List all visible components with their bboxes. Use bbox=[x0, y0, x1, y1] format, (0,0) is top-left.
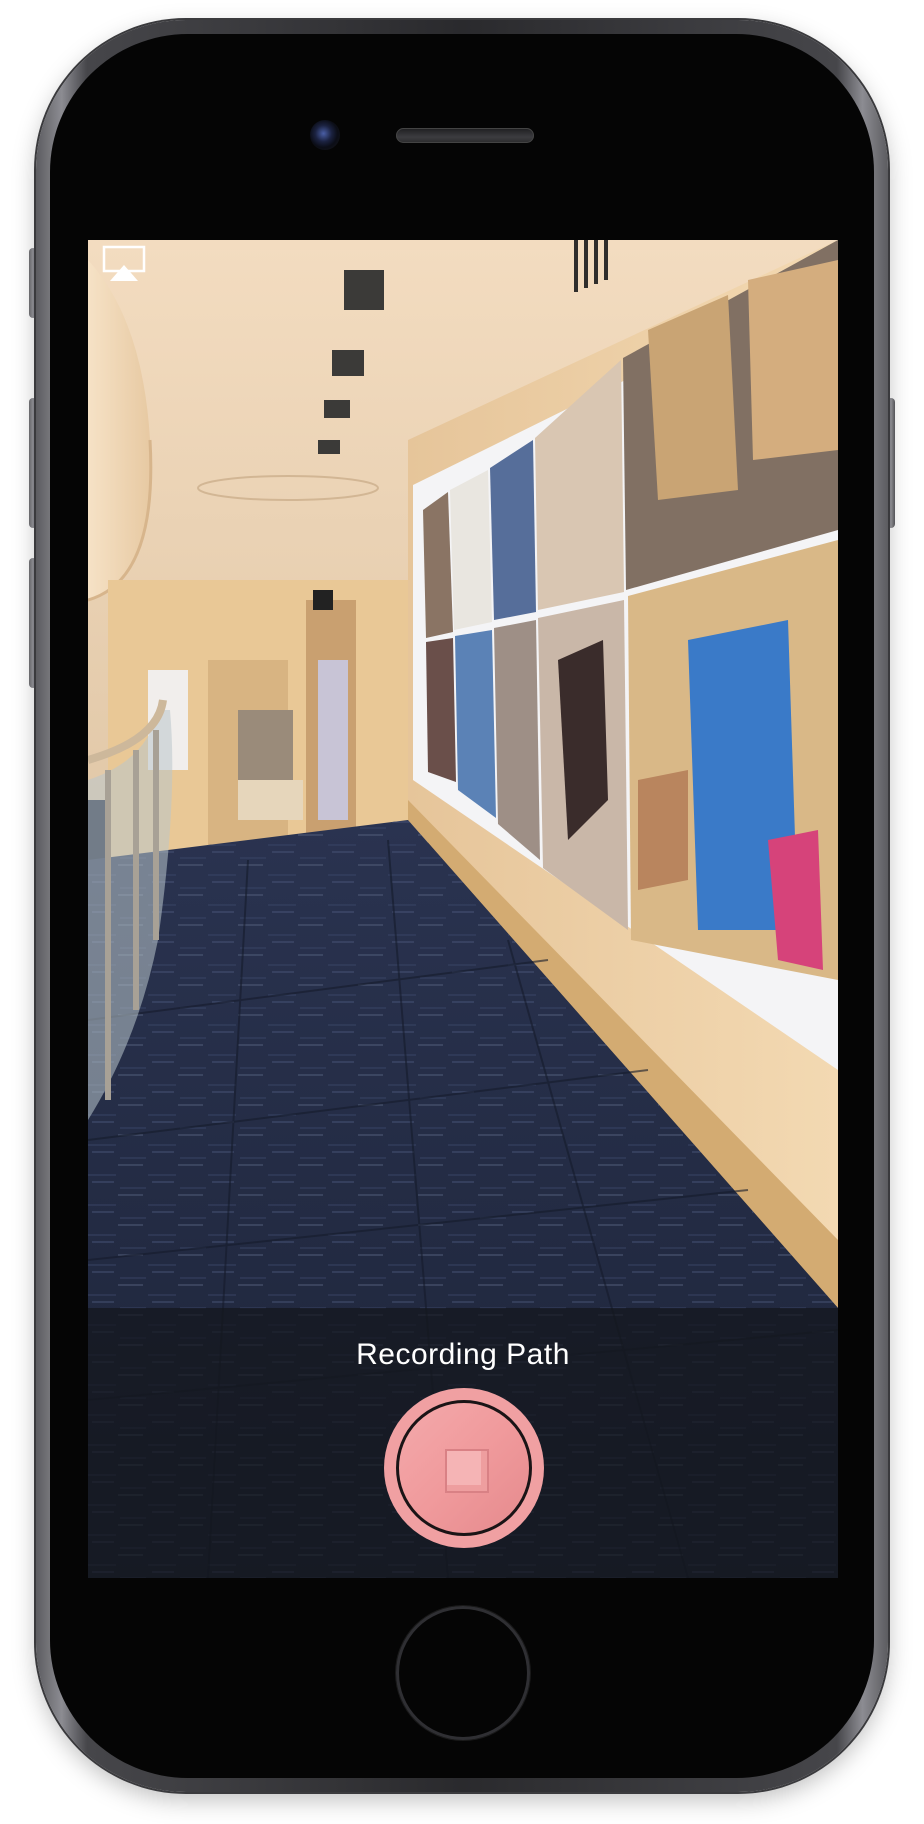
front-camera-icon bbox=[310, 120, 340, 150]
control-panel: Recording Path bbox=[88, 1308, 838, 1578]
airplay-icon[interactable] bbox=[102, 245, 146, 283]
page: Recording Path bbox=[0, 0, 924, 1824]
stop-recording-button[interactable] bbox=[384, 1388, 544, 1548]
stop-square-icon bbox=[445, 1449, 489, 1493]
stop-button-ring bbox=[396, 1400, 532, 1536]
power-button bbox=[887, 398, 895, 528]
app-screen: Recording Path bbox=[88, 240, 838, 1578]
home-button[interactable] bbox=[396, 1606, 530, 1740]
earpiece-speaker bbox=[396, 128, 534, 143]
recording-status-label: Recording Path bbox=[356, 1338, 570, 1371]
